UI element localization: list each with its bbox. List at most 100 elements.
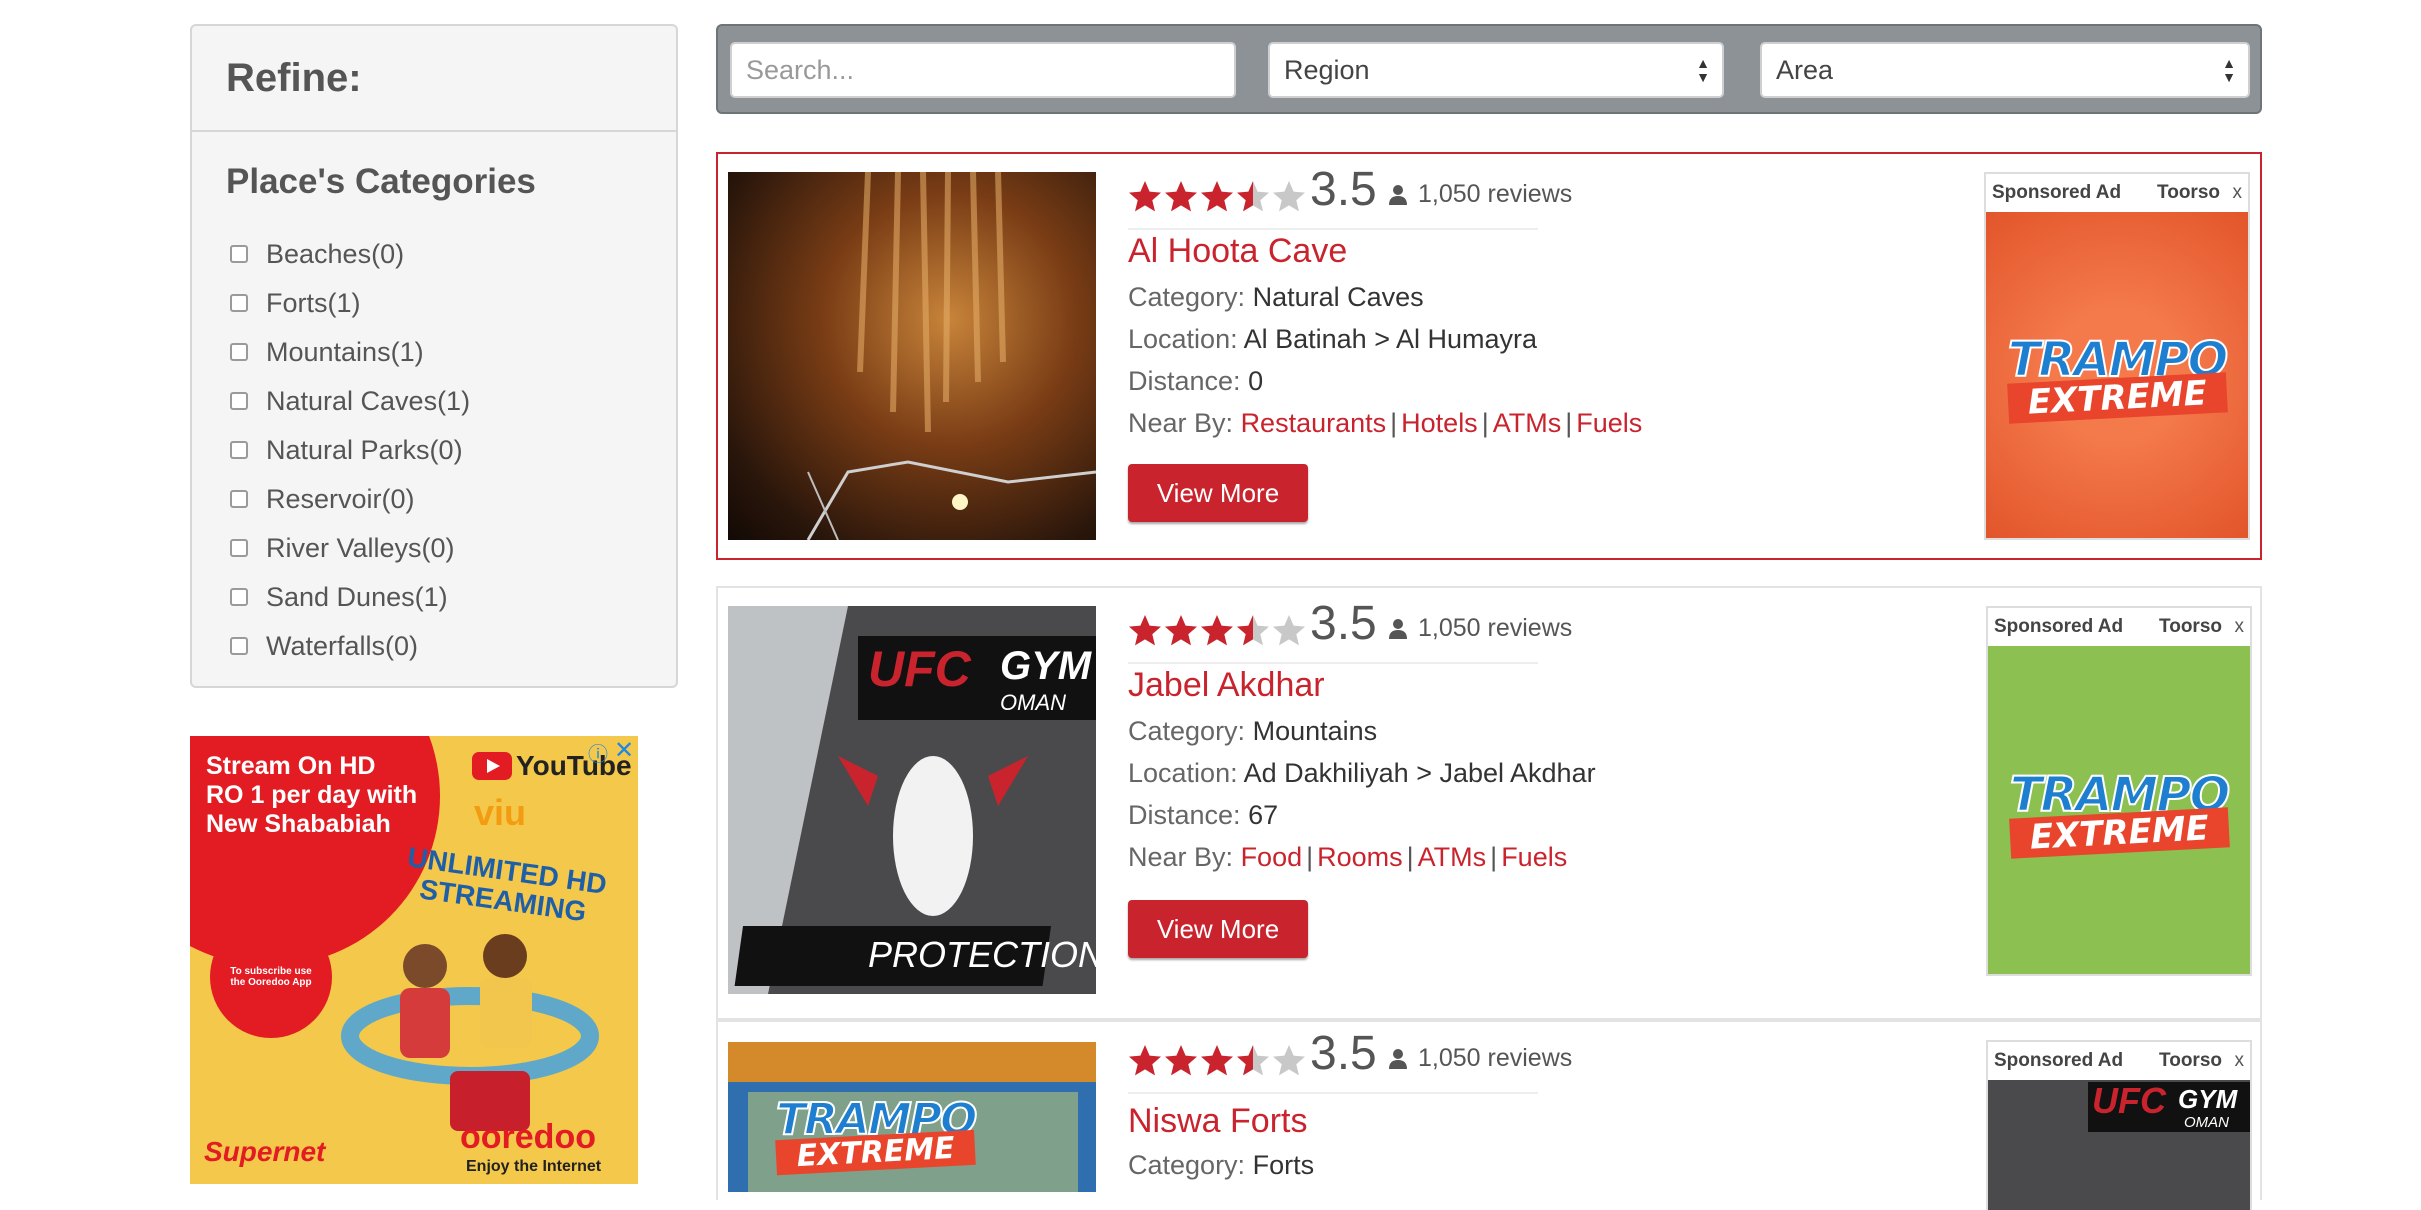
ad-close-icon[interactable]: x — [2235, 616, 2245, 638]
nearby-link-fuels[interactable]: Fuels — [1576, 408, 1642, 438]
category-checkbox-waterfalls[interactable]: Waterfalls(0) — [230, 626, 418, 666]
category-checkbox-beaches[interactable]: Beaches(0) — [230, 234, 404, 274]
reviews-label: 1,050 reviews — [1418, 614, 1573, 642]
checkbox[interactable] — [230, 294, 248, 312]
listing-thumbnail-cave[interactable] — [728, 172, 1096, 540]
nearby-link-atms[interactable]: ATMs — [1418, 842, 1487, 872]
checkbox[interactable] — [230, 392, 248, 410]
checkbox[interactable] — [230, 490, 248, 508]
nearby-link-hotels[interactable]: Hotels — [1401, 408, 1478, 438]
adchoices-icon[interactable]: ⓘ — [588, 738, 608, 767]
category-label: Natural Caves(1) — [266, 385, 471, 416]
category-value: Mountains — [1252, 716, 1378, 746]
rating-stars — [1128, 180, 1308, 214]
sponsored-label: Sponsored Ad — [1994, 616, 2124, 637]
area-select-value: Area — [1776, 54, 1834, 85]
ad-tagline: Enjoy the Internet — [466, 1158, 602, 1175]
category-checkbox-mountains[interactable]: Mountains(1) — [230, 332, 424, 372]
star-icon — [1201, 181, 1233, 212]
category-label: Category: — [1128, 282, 1246, 312]
select-arrows-icon: ▲ ▼ — [1696, 55, 1710, 85]
nearby-link-rooms[interactable]: Rooms — [1317, 842, 1403, 872]
category-checkbox-natural-caves[interactable]: Natural Caves(1) — [230, 381, 470, 421]
ufc-logo: UFC — [868, 641, 971, 697]
region-select[interactable]: Region ▲ ▼ — [1268, 42, 1724, 98]
category-checkbox-natural-parks[interactable]: Natural Parks(0) — [230, 430, 463, 470]
refine-title: Refine: — [192, 26, 676, 132]
thumb-beam — [728, 1042, 1096, 1082]
listing-distance: Distance: 67 — [1128, 800, 1278, 831]
ad-brand: Toorso — [2159, 616, 2222, 637]
rating-value: 3.5 — [1310, 1027, 1377, 1080]
star-icon — [1273, 181, 1305, 212]
reviews-count: 1,050 reviews — [1388, 1044, 1572, 1073]
listing-card[interactable]: 3.5 1,050 reviews Al Hoota Cave Category… — [716, 152, 2262, 560]
sponsored-ad[interactable]: Sponsored Ad Toorso x TRAMPO EXTREME — [1986, 606, 2252, 976]
category-checkbox-reservoir[interactable]: Reservoir(0) — [230, 479, 415, 519]
listing-nearby: Near By: Restaurants | Hotels | ATMs | Fuels — [1128, 408, 1643, 438]
ad-image: TRAMPO EXTREME — [1986, 212, 2248, 538]
region-select-value: Region — [1284, 54, 1370, 85]
nearby-label: Near By: — [1128, 842, 1234, 872]
category-checkbox-sand-dunes[interactable]: Sand Dunes(1) — [230, 577, 448, 617]
category-label: Waterfalls(0) — [266, 630, 419, 661]
checkbox[interactable] — [230, 245, 248, 263]
listing-thumbnail-trampo[interactable]: TRAMPO EXTREME — [728, 1042, 1096, 1192]
ooredoo-ad[interactable]: Stream On HD RO 1 per day with New Shaba… — [190, 736, 638, 1184]
listing-card[interactable]: TRAMPO EXTREME 3.5 1,050 reviews Niswa Fo… — [716, 1020, 2262, 1210]
checkbox[interactable] — [230, 441, 248, 459]
checkbox[interactable] — [230, 637, 248, 655]
view-more-button[interactable]: View More — [1128, 464, 1308, 522]
nearby-link-atms[interactable]: ATMs — [1493, 408, 1562, 438]
refine-panel: Refine: Place's Categories Beaches(0) Fo… — [190, 24, 678, 688]
ad-close-icon[interactable]: x — [2235, 1050, 2245, 1072]
rating-stars — [1128, 1044, 1308, 1078]
viu-logo: viu — [474, 792, 527, 833]
view-more-button[interactable]: View More — [1128, 900, 1308, 958]
divider — [1128, 228, 1538, 230]
location-value: Al Batinah > Al Humayra — [1243, 324, 1538, 354]
checkbox[interactable] — [230, 539, 248, 557]
sponsored-ad[interactable]: Sponsored Ad Toorso x UFC GYM OMAN — [1986, 1040, 2252, 1210]
checkbox[interactable] — [230, 588, 248, 606]
checkbox[interactable] — [230, 343, 248, 361]
ad-image: UFC GYM OMAN — [1988, 1080, 2250, 1210]
reviews-label: 1,050 reviews — [1418, 180, 1573, 208]
listing-title[interactable]: Jabel Akdhar — [1128, 666, 1325, 705]
sponsored-ad[interactable]: Sponsored Ad Toorso x TRAMPO EXTREME — [1984, 172, 2250, 540]
rating-stars — [1128, 614, 1308, 648]
location-label: Location: — [1128, 324, 1238, 354]
listing-card[interactable]: UFC GYM OMAN PROTECTION. 3.5 1,050 revie… — [716, 586, 2262, 1020]
nearby-link-fuels[interactable]: Fuels — [1501, 842, 1567, 872]
ufc-logo: UFC — [2092, 1080, 2166, 1121]
ad-text-line: New Shababiah — [206, 810, 391, 838]
user-icon — [1389, 184, 1407, 205]
ad-close-icon[interactable]: x — [2233, 182, 2243, 204]
protection-caption: PROTECTION. — [868, 934, 1096, 975]
search-bar: Search... Region ▲ ▼ Area ▲ ▼ — [716, 24, 2262, 114]
oman-text: OMAN — [1000, 690, 1066, 715]
user-icon — [1389, 618, 1407, 639]
ad-close-icon[interactable]: ✕ — [614, 736, 634, 765]
star-icon — [1129, 615, 1161, 646]
listing-title[interactable]: Al Hoota Cave — [1128, 232, 1347, 271]
category-checkbox-river-valleys[interactable]: River Valleys(0) — [230, 528, 455, 568]
search-input[interactable]: Search... — [730, 42, 1236, 98]
trampo-sign: TRAMPO EXTREME — [775, 1093, 978, 1176]
category-label: Category: — [1128, 1150, 1246, 1180]
ad-brand: Toorso — [2157, 182, 2220, 203]
area-select[interactable]: Area ▲ ▼ — [1760, 42, 2250, 98]
star-icon — [1273, 615, 1305, 646]
nearby-link-food[interactable]: Food — [1241, 842, 1303, 872]
ad-brand: Toorso — [2159, 1050, 2222, 1071]
star-icon — [1237, 615, 1269, 646]
nearby-link-restaurants[interactable]: Restaurants — [1241, 408, 1387, 438]
listing-thumbnail-ufc[interactable]: UFC GYM OMAN PROTECTION. — [728, 606, 1096, 994]
listing-category: Category: Mountains — [1128, 716, 1377, 747]
divider — [1128, 1092, 1538, 1094]
listing-title[interactable]: Niswa Forts — [1128, 1102, 1307, 1141]
distance-label: Distance: — [1128, 366, 1241, 396]
category-checkbox-forts[interactable]: Forts(1) — [230, 283, 361, 323]
star-icon — [1273, 1045, 1305, 1076]
listing-distance: Distance: 0 — [1128, 366, 1263, 397]
